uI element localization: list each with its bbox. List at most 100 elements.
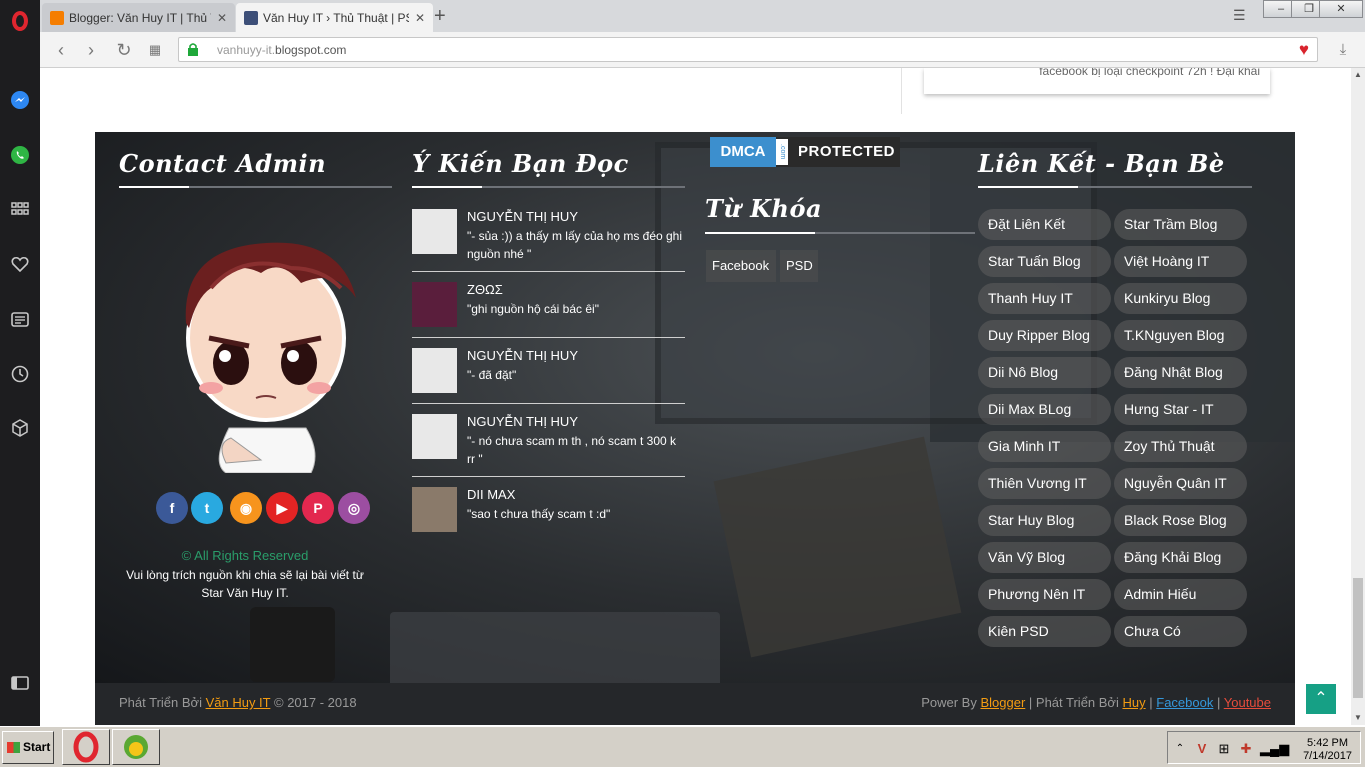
signal-tray-icon[interactable]: ▂▄▆ — [1260, 741, 1289, 757]
back-icon[interactable]: ‹ — [50, 39, 72, 61]
comment-avatar — [412, 487, 457, 532]
friend-link-item[interactable]: Gia Minh IT — [978, 431, 1111, 462]
twitter-icon[interactable]: t — [191, 492, 223, 524]
messenger-icon[interactable] — [8, 88, 32, 112]
friend-link-item[interactable]: Đặt Liên Kết — [978, 209, 1111, 240]
friend-link-item[interactable]: Đăng Nhật Blog — [1114, 357, 1247, 388]
back-to-top-button[interactable]: ⌃ — [1306, 684, 1336, 714]
facebook-link[interactable]: Facebook — [1156, 695, 1213, 710]
close-window-button[interactable]: ✕ — [1319, 0, 1363, 18]
dmca-protected-label: PROTECTED — [798, 143, 896, 160]
scrollbar-thumb[interactable] — [1353, 578, 1363, 698]
pinterest-icon[interactable]: P — [302, 492, 334, 524]
start-button[interactable]: Start — [2, 731, 54, 764]
bookmarks-heart-icon[interactable] — [8, 252, 32, 276]
tab-menu-icon[interactable]: ☰ — [1233, 7, 1246, 24]
tab-close-icon[interactable]: ✕ — [217, 11, 227, 25]
credit-left: Phát Triển Bởi Văn Huy IT © 2017 - 2018 — [119, 695, 357, 710]
friend-link-item[interactable]: Zoy Thủ Thuật — [1114, 431, 1247, 462]
comment-text: "ghi nguồn hộ cái bác êi" — [467, 302, 599, 316]
comment-avatar — [412, 209, 457, 254]
comment-author: DII MAX — [467, 487, 516, 502]
windows-flag-icon — [7, 742, 20, 753]
friend-link-item[interactable]: Nguyễn Quân IT — [1114, 468, 1247, 499]
dmca-badge[interactable]: DMCA .com PROTECTED — [710, 137, 900, 167]
rss-icon[interactable]: ◉ — [230, 492, 262, 524]
opera-logo-icon[interactable] — [8, 9, 32, 33]
content-top: facebook bị loại checkpoint 72h ! Đại kh… — [95, 68, 1295, 132]
tripadvisor-icon[interactable]: ◎ — [338, 492, 370, 524]
comment-author: NGUYỄN THỊ HUY — [467, 414, 578, 429]
reload-icon[interactable]: ↻ — [113, 39, 135, 61]
comment-text: "- đã đặt" — [467, 368, 517, 382]
tabs-grid-icon[interactable]: ▦ — [144, 39, 166, 61]
speed-dial-icon[interactable] — [8, 197, 32, 221]
friend-link-item[interactable]: Văn Vỹ Blog — [978, 542, 1111, 573]
tray-expand-icon[interactable]: ⌃ — [1172, 741, 1188, 757]
friend-link-item[interactable]: Hưng Star - IT — [1114, 394, 1247, 425]
sidebar-toggle-icon[interactable] — [8, 671, 32, 695]
comment-text: "sao t chưa thấy scam t :d" — [467, 507, 611, 521]
bookmark-heart-icon[interactable]: ♥ — [1299, 40, 1309, 60]
friend-link-item[interactable]: Thiên Vương IT — [978, 468, 1111, 499]
new-tab-button[interactable]: + — [434, 5, 446, 28]
dmca-label: DMCA — [710, 137, 776, 167]
friend-link-item[interactable]: Duy Ripper Blog — [978, 320, 1111, 351]
url-field[interactable]: vanhuyy-it.blogspot.com ♥ — [178, 37, 1318, 62]
links-title: Liên Kết - Bạn Bè — [978, 149, 1225, 178]
friend-link-item[interactable]: Kiên PSD — [978, 616, 1111, 647]
huy-link[interactable]: Huy — [1122, 695, 1145, 710]
tab-bar: Blogger: Văn Huy IT | Thủ Thuật ✕ Văn Hu… — [40, 0, 1365, 32]
tab-close-icon[interactable]: ✕ — [415, 11, 425, 25]
friend-link-item[interactable]: Kunkiryu Blog — [1114, 283, 1247, 314]
tag-psd[interactable]: PSD — [780, 250, 818, 282]
whatsapp-icon[interactable] — [8, 143, 32, 167]
post-snippet-card[interactable]: facebook bị loại checkpoint 72h ! Đại kh… — [924, 68, 1270, 94]
credit-link-vanhuy[interactable]: Văn Huy IT — [206, 695, 271, 710]
web-page: facebook bị loại checkpoint 72h ! Đại kh… — [40, 68, 1351, 725]
blogger-favicon-icon — [50, 10, 64, 25]
attribution-message: Vui lòng trích nguồn khi chia sẽ lại bài… — [126, 568, 364, 600]
friend-link-item[interactable]: Phương Nên IT — [978, 579, 1111, 610]
post-snippet-text: facebook bị loại checkpoint 72h ! Đại kh… — [1039, 68, 1260, 78]
friend-link-item[interactable]: Star Trầm Blog — [1114, 209, 1247, 240]
page-scrollbar[interactable]: ▲ ▼ — [1351, 68, 1365, 725]
news-icon[interactable] — [8, 307, 32, 331]
site-favicon-icon — [244, 10, 258, 25]
url-text: vanhuyy-it.blogspot.com — [217, 43, 347, 57]
network-tray-icon[interactable]: ⊞ — [1216, 741, 1232, 757]
youtube-icon[interactable]: ▶ — [266, 492, 298, 524]
lock-icon — [188, 43, 198, 56]
friend-link-item[interactable]: Đăng Khải Blog — [1114, 542, 1247, 573]
friend-link-item[interactable]: Việt Hoàng IT — [1114, 246, 1247, 277]
friend-link-item[interactable]: Chưa Có — [1114, 616, 1247, 647]
taskbar-opera[interactable] — [62, 729, 110, 765]
friend-link-item[interactable]: Star Tuấn Blog — [978, 246, 1111, 277]
friend-link-item[interactable]: Admin Hiếu — [1114, 579, 1247, 610]
scroll-up-icon[interactable]: ▲ — [1351, 68, 1365, 82]
youtube-link[interactable]: Youtube — [1224, 695, 1271, 710]
taskbar-coccoc[interactable] — [112, 729, 160, 765]
friend-link-item[interactable]: Dii Nô Blog — [978, 357, 1111, 388]
opera-sidebar — [0, 0, 40, 726]
address-bar: ‹ › ↻ ▦ vanhuyy-it.blogspot.com ♥ ⤓ — [40, 32, 1365, 68]
facebook-icon[interactable]: f — [156, 492, 188, 524]
comment-author: NGUYỄN THỊ HUY — [467, 209, 578, 224]
extensions-cube-icon[interactable] — [8, 416, 32, 440]
friend-link-item[interactable]: T.KNguyen Blog — [1114, 320, 1247, 351]
tab-vanhuy-it[interactable]: Văn Huy IT › Thủ Thuật | PSD ✕ — [236, 3, 433, 32]
forward-icon[interactable]: › — [80, 39, 102, 61]
clock[interactable]: 5:42 PM 7/14/2017 — [1303, 737, 1352, 763]
security-tray-icon[interactable]: ✚ — [1238, 741, 1254, 757]
tab-blogger[interactable]: Blogger: Văn Huy IT | Thủ Thuật ✕ — [42, 3, 235, 32]
antivirus-tray-icon[interactable]: V — [1194, 741, 1210, 757]
blogger-link[interactable]: Blogger — [980, 695, 1025, 710]
friend-link-item[interactable]: Thanh Huy IT — [978, 283, 1111, 314]
download-icon[interactable]: ⤓ — [1332, 39, 1354, 61]
history-clock-icon[interactable] — [8, 362, 32, 386]
scroll-down-icon[interactable]: ▼ — [1351, 711, 1365, 725]
tag-facebook[interactable]: Facebook — [706, 250, 776, 282]
friend-link-item[interactable]: Dii Max BLog — [978, 394, 1111, 425]
friend-link-item[interactable]: Black Rose Blog — [1114, 505, 1247, 536]
friend-link-item[interactable]: Star Huy Blog — [978, 505, 1111, 536]
